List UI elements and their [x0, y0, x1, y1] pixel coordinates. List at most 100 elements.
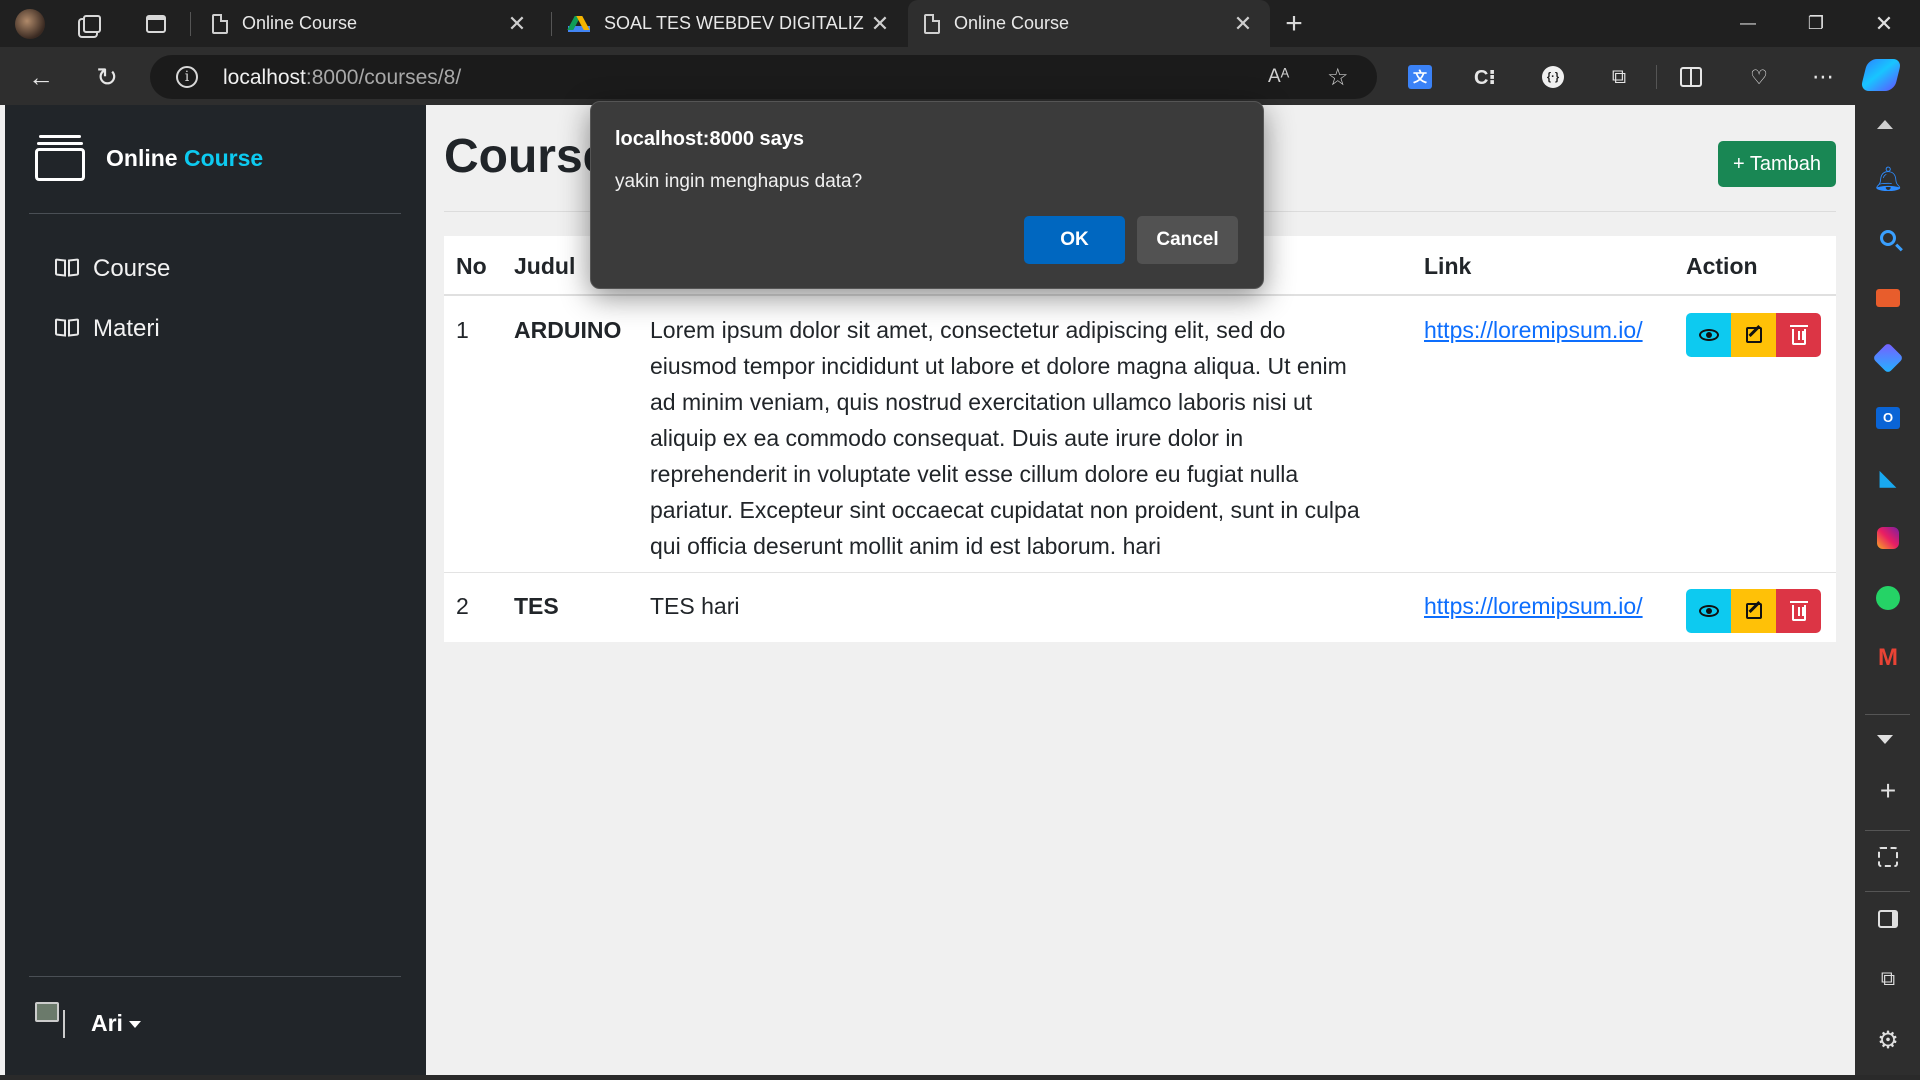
confirm-dialog: localhost:8000 says yakin ingin menghapu…: [590, 101, 1264, 289]
cell-link[interactable]: https://loremipsum.io/: [1424, 588, 1643, 624]
page-icon: [212, 13, 228, 34]
edit-icon: [1745, 327, 1762, 343]
gmail-icon[interactable]: M: [1874, 644, 1902, 672]
minimize-button[interactable]: —: [1714, 0, 1782, 47]
column-header-link: Link: [1424, 253, 1472, 279]
sidebar-separator: [1865, 891, 1910, 892]
browser-tab-strip: Online Course ✕ SOAL TES WEBDEV DIGITALI…: [0, 0, 1920, 47]
view-button[interactable]: [1686, 313, 1731, 357]
css-extension-icon[interactable]: C⁝: [1470, 62, 1500, 92]
column-header-action: Action: [1686, 253, 1758, 279]
cell-link[interactable]: https://loremipsum.io/: [1424, 312, 1643, 348]
site-info-icon[interactable]: i: [176, 66, 198, 88]
browser-essentials-icon[interactable]: ♡: [1744, 62, 1774, 92]
screenshot-icon[interactable]: [1874, 843, 1902, 871]
sidebar-divider: [29, 976, 401, 977]
refresh-icon[interactable]: ↻: [90, 60, 124, 94]
whatsapp-icon[interactable]: [1874, 584, 1902, 612]
tab-online-course-1[interactable]: Online Course ✕: [196, 0, 544, 47]
browser-toolbar: ← ↻ i localhost:8000/courses/8/ Aᴬ ☆ 文 C…: [0, 47, 1920, 105]
trash-icon: [1789, 601, 1808, 621]
add-course-button[interactable]: + Tambah: [1718, 141, 1836, 187]
tools-briefcase-icon[interactable]: [1874, 284, 1902, 312]
cell-no: 1: [456, 317, 469, 343]
restore-button[interactable]: ❐: [1782, 0, 1850, 47]
delete-button[interactable]: [1776, 589, 1821, 633]
edge-sidebar: 🔔︎ O ◣ M + ⧉ ⚙: [1855, 105, 1920, 1080]
eye-icon: [1698, 329, 1719, 341]
instagram-icon[interactable]: [1874, 524, 1902, 552]
sidebar-item-course[interactable]: Course: [55, 255, 170, 283]
tab-title: Online Course: [954, 13, 1070, 33]
row-actions: [1686, 589, 1821, 633]
book-icon: [55, 318, 79, 339]
close-window-button[interactable]: ✕: [1850, 0, 1918, 47]
cancel-button[interactable]: Cancel: [1137, 216, 1238, 264]
code-extension-icon[interactable]: {·}: [1538, 62, 1568, 92]
address-bar[interactable]: i localhost:8000/courses/8/ Aᴬ ☆: [150, 55, 1377, 99]
open-external-icon[interactable]: ⧉: [1874, 965, 1902, 993]
cell-judul: ARDUINO: [514, 317, 622, 343]
new-tab-button[interactable]: +: [1278, 7, 1310, 40]
column-header-no: No: [456, 253, 487, 279]
edit-button[interactable]: [1731, 313, 1776, 357]
notifications-bell-icon[interactable]: 🔔︎: [1873, 165, 1903, 193]
close-tab-icon[interactable]: ✕: [869, 11, 891, 37]
description-line: Lorem ipsum dolor sit amet, consectetur …: [650, 317, 1286, 343]
sidebar-scroll-up-icon[interactable]: [1877, 120, 1893, 129]
description-line: eiusmod tempor incididunt ut labore et d…: [650, 353, 1347, 379]
url-text[interactable]: localhost:8000/courses/8/: [223, 66, 461, 90]
row-actions: [1686, 313, 1821, 357]
more-menu-icon[interactable]: ⋯: [1808, 62, 1838, 92]
tab-online-course-active[interactable]: Online Course ✕: [908, 0, 1270, 47]
hide-sidebar-icon[interactable]: [1874, 905, 1902, 933]
tab-actions-icon[interactable]: [140, 8, 172, 40]
cell-description: TES hari: [650, 588, 739, 624]
page-icon: [924, 13, 940, 34]
collection-icon: [35, 135, 85, 181]
send-plane-icon[interactable]: ◣: [1874, 464, 1902, 492]
sidebar-item-label: Course: [93, 255, 171, 282]
book-icon: [55, 258, 79, 279]
trash-icon: [1789, 325, 1808, 345]
url-path: :8000/courses/8/: [305, 66, 462, 89]
table-row: 1 ARDUINO Lorem ipsum dolor sit amet, co…: [444, 296, 1836, 573]
collections-icon[interactable]: [76, 8, 108, 40]
sidebar-divider: [29, 213, 401, 214]
read-aloud-icon[interactable]: Aᴬ: [1268, 66, 1289, 88]
favorite-star-icon[interactable]: ☆: [1327, 63, 1349, 92]
description-line: TES hari: [650, 593, 740, 619]
sidebar-scroll-down-icon[interactable]: [1877, 735, 1893, 744]
cell-no: 2: [456, 593, 469, 619]
url-host: localhost: [223, 66, 306, 89]
add-app-icon[interactable]: +: [1874, 775, 1902, 806]
user-name: Ari: [91, 1009, 123, 1036]
toolbar-divider: [1656, 65, 1657, 89]
ok-button[interactable]: OK: [1024, 216, 1125, 264]
sidebar-item-materi[interactable]: Materi: [55, 315, 160, 343]
description-line: ad minim veniam, quis nostrud exercitati…: [650, 389, 1313, 415]
extensions-puzzle-icon[interactable]: ⧉: [1604, 62, 1634, 92]
copilot-apps-icon[interactable]: [1872, 342, 1904, 374]
view-button[interactable]: [1686, 589, 1731, 633]
tab-soal-tes[interactable]: SOAL TES WEBDEV DIGITALIZ BA ✕: [552, 0, 907, 47]
close-tab-icon[interactable]: ✕: [1232, 11, 1254, 37]
edit-icon: [1745, 603, 1762, 619]
profile-avatar-icon[interactable]: [14, 8, 46, 40]
delete-button[interactable]: [1776, 313, 1821, 357]
close-tab-icon[interactable]: ✕: [506, 11, 528, 37]
description-line: reprehenderit in voluptate velit esse ci…: [650, 461, 1299, 487]
outlook-icon[interactable]: O: [1874, 404, 1902, 432]
back-arrow-icon[interactable]: ←: [24, 60, 58, 94]
edit-button[interactable]: [1731, 589, 1776, 633]
cell-judul: TES: [514, 593, 559, 619]
settings-gear-icon[interactable]: ⚙: [1874, 1026, 1902, 1054]
tab-title: Online Course: [242, 13, 358, 33]
translate-extension-icon[interactable]: 文: [1405, 62, 1435, 92]
dialog-message: yakin ingin menghapus data?: [615, 171, 863, 192]
user-menu[interactable]: Ari: [35, 1002, 141, 1044]
brand[interactable]: Online Course: [35, 135, 263, 181]
avatar: [35, 1002, 67, 1044]
search-icon[interactable]: [1874, 224, 1903, 252]
split-screen-icon[interactable]: [1676, 62, 1706, 92]
